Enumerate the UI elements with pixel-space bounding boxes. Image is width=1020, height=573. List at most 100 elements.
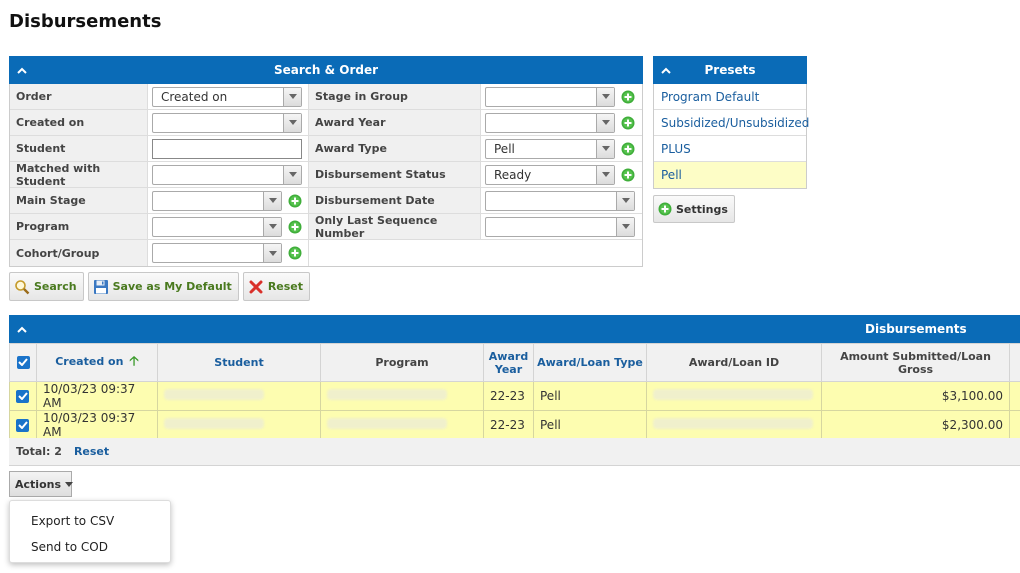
collapse-caret-icon[interactable] [15,56,29,84]
stage-in-group-label: Stage in Group [309,84,481,109]
row-checkbox[interactable] [16,389,29,403]
results-table: Created on 🡡 Student Program Award Year A… [9,343,1020,440]
presets-header[interactable]: Presets [653,56,807,84]
column-student[interactable]: Student [157,343,321,382]
only-last-sequence-select[interactable] [485,216,635,237]
award-loan-type-cell: Pell [533,410,647,440]
actions-dropdown-button[interactable]: Actions [9,471,73,497]
floppy-disk-icon [93,279,108,294]
redacted-program [327,418,447,429]
preset-program-default[interactable]: Program Default [654,84,806,110]
award-type-label: Award Type [309,136,481,161]
table-header-row: Created on 🡡 Student Program Award Year A… [9,343,1020,382]
award-year-label: Award Year [309,110,481,135]
save-default-button[interactable]: Save as My Default [87,272,239,301]
empty-cell [309,240,642,266]
add-award-year-icon[interactable] [621,116,635,130]
column-award-year[interactable]: Award Year [483,343,534,382]
collapse-caret-icon[interactable] [659,56,673,84]
table-row[interactable]: 10/03/23 09:37 AM 22-23 Pell $2,300.00 [9,410,1020,440]
results-header[interactable]: Disbursements [9,315,1020,343]
add-stage-in-group-icon[interactable] [621,90,635,104]
award-year-select[interactable] [485,112,615,133]
add-circle-icon [658,202,672,216]
search-row-program: Program Only Last Sequence Number [10,214,642,240]
reset-button[interactable]: Reset [242,272,311,301]
redacted-award-id [653,389,813,400]
menu-item-send-cod[interactable]: Send to COD [10,534,170,560]
preset-plus[interactable]: PLUS [654,136,806,162]
select-all-checkbox[interactable] [16,355,30,369]
actions-label: Actions [15,477,61,491]
main-stage-select[interactable] [152,190,282,211]
student-label: Student [10,136,148,161]
presets-panel: Presets Program Default Subsidized/Unsub… [653,56,809,189]
search-row-main-stage: Main Stage Disbursement Date [10,188,642,214]
settings-button-label: Settings [676,202,728,216]
add-program-icon[interactable] [288,220,302,234]
preset-pell[interactable]: Pell [654,162,806,188]
disbursement-date-label: Disbursement Date [309,188,481,213]
add-disbursement-status-icon[interactable] [621,168,635,182]
results-panel: Disbursements Created on 🡡 Student Progra… [9,315,1020,440]
award-loan-id-cell [646,381,822,411]
row-checkbox[interactable] [16,418,29,432]
preset-subsidized[interactable]: Subsidized/Unsubsidized [654,110,809,136]
order-select[interactable]: Created on [152,86,302,107]
column-amount: Amount Submitted/Loan Gross [821,343,1010,382]
award-loan-id-cell [646,410,822,440]
redacted-award-id [653,418,813,429]
collapse-caret-icon[interactable] [15,315,29,343]
disbursement-date-select[interactable] [485,190,635,211]
table-row[interactable]: 10/03/23 09:37 AM 22-23 Pell $3,100.00 [9,381,1020,411]
results-total-bar: Total: 2 Reset [9,438,1020,466]
select-all-cell[interactable] [9,343,37,382]
created-on-select[interactable] [152,112,302,133]
search-button-label: Search [34,280,77,293]
amount-cell: $3,100.00 [821,381,1010,411]
d-cell [1009,381,1020,411]
search-order-title: Search & Order [273,63,379,77]
search-row-student: Student Award Type Pell [10,136,642,162]
column-program: Program [320,343,484,382]
reset-button-label: Reset [267,280,304,293]
student-cell[interactable] [157,381,321,411]
amount-cell: $2,300.00 [821,410,1010,440]
settings-button[interactable]: Settings [653,195,735,223]
search-row-created-on: Created on Award Year [10,110,642,136]
search-buttons: Search Save as My Default Reset [9,272,311,301]
search-button[interactable]: Search [9,272,84,301]
column-d: D [1009,343,1020,382]
redacted-program [327,389,447,400]
magnifier-icon [15,279,30,294]
save-default-button-label: Save as My Default [112,280,232,293]
column-created-on[interactable]: Created on 🡡 [36,343,158,382]
program-select[interactable] [152,216,282,237]
page-title: Disbursements [9,11,162,32]
search-row-order: Order Created on Stage in Group [10,84,642,110]
matched-with-student-select[interactable] [152,164,302,185]
add-main-stage-icon[interactable] [288,194,302,208]
award-loan-type-cell: Pell [533,381,647,411]
results-reset-link[interactable]: Reset [74,445,109,458]
redacted-student [164,418,264,429]
column-award-loan-type[interactable]: Award/Loan Type [533,343,647,382]
row-select-cell[interactable] [9,410,37,440]
row-select-cell[interactable] [9,381,37,411]
search-order-header[interactable]: Search & Order [9,56,643,84]
stage-in-group-select[interactable] [485,86,615,107]
student-cell[interactable] [157,410,321,440]
disbursement-status-select[interactable]: Ready [485,164,615,185]
menu-item-export-csv[interactable]: Export to CSV [10,508,170,534]
cohort-group-select[interactable] [152,243,282,263]
add-cohort-group-icon[interactable] [288,246,302,260]
program-cell [320,410,484,440]
red-x-icon [249,280,263,293]
disbursement-status-label: Disbursement Status [309,162,481,187]
search-row-matched: Matched with Student Disbursement Status… [10,162,642,188]
created-on-cell: 10/03/23 09:37 AM [36,381,158,411]
add-award-type-icon[interactable] [621,142,635,156]
created-on-cell: 10/03/23 09:37 AM [36,410,158,440]
award-type-select[interactable]: Pell [485,138,615,159]
student-input[interactable] [152,138,302,159]
